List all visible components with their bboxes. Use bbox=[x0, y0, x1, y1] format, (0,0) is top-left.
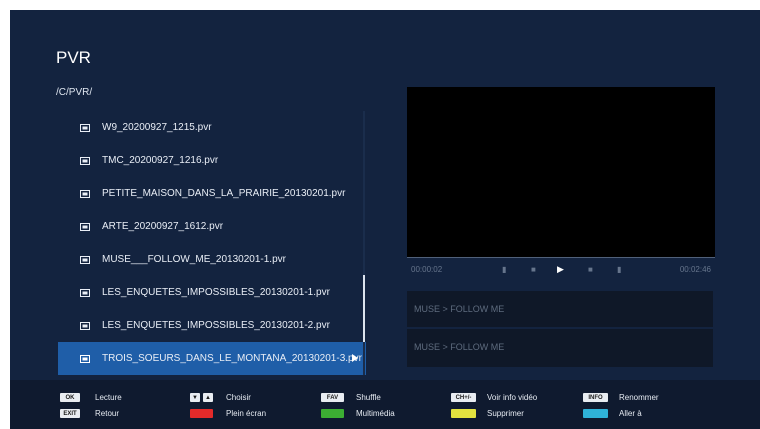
video-file-icon bbox=[80, 189, 90, 198]
file-name: PETITE_MAISON_DANS_LA_PRAIRIE_20130201.p… bbox=[102, 188, 346, 199]
blue-label: Aller à bbox=[619, 409, 642, 418]
page-title: PVR bbox=[56, 48, 91, 67]
exit-label: Retour bbox=[95, 409, 120, 418]
info-panel-2: MUSE > FOLLOW ME bbox=[407, 329, 713, 367]
red-label: Plein écran bbox=[226, 409, 267, 418]
yellow-key bbox=[451, 409, 476, 418]
file-name: TROIS_SOEURS_DANS_LE_MONTANA_20130201-3.… bbox=[102, 353, 362, 364]
info-panel-1: MUSE > FOLLOW ME bbox=[407, 291, 713, 327]
file-name: LES_ENQUETES_IMPOSSIBLES_20130201-2.pvr bbox=[102, 320, 330, 331]
progress-bar[interactable] bbox=[407, 257, 715, 258]
file-name: W9_20200927_1215.pvr bbox=[102, 122, 212, 133]
green-key bbox=[321, 409, 344, 418]
play-icon[interactable]: ▶ bbox=[557, 264, 564, 275]
file-row[interactable]: ARTE_20200927_1612.pvr bbox=[58, 210, 366, 243]
video-file-icon bbox=[80, 255, 90, 264]
file-row[interactable]: W9_20200927_1215.pvr bbox=[58, 111, 366, 144]
file-list: W9_20200927_1215.pvr TMC_20200927_1216.p… bbox=[58, 111, 366, 375]
file-row[interactable]: PETITE_MAISON_DANS_LA_PRAIRIE_20130201.p… bbox=[58, 177, 366, 210]
info-key: INFO bbox=[583, 393, 608, 402]
file-name: ARTE_20200927_1612.pvr bbox=[102, 221, 224, 232]
footer-legend: OK Lecture EXIT Retour ▼ ▲ Choisir Plein… bbox=[10, 380, 760, 429]
choose-label: Choisir bbox=[226, 393, 251, 402]
scrollbar-thumb[interactable] bbox=[363, 275, 365, 342]
info-label: Renommer bbox=[619, 393, 659, 402]
file-name: TMC_20200927_1216.pvr bbox=[102, 155, 219, 166]
fav-key: FAV bbox=[321, 393, 344, 402]
skip-back-icon[interactable]: ▮ bbox=[502, 265, 506, 274]
file-name: LES_ENQUETES_IMPOSSIBLES_20130201-1.pvr bbox=[102, 287, 330, 298]
ch-label: Voir info vidéo bbox=[487, 393, 538, 402]
ok-key: OK bbox=[60, 393, 80, 402]
rewind-icon[interactable]: ■ bbox=[531, 265, 536, 274]
video-file-icon bbox=[80, 288, 90, 297]
breadcrumb-path: /C/PVR/ bbox=[56, 87, 93, 98]
fast-forward-icon[interactable]: ■ bbox=[588, 265, 593, 274]
video-preview[interactable] bbox=[407, 87, 715, 258]
green-label: Multimédia bbox=[356, 409, 395, 418]
time-start: 00:00:02 bbox=[411, 265, 443, 274]
fav-label: Shuffle bbox=[356, 393, 381, 402]
blue-key bbox=[583, 409, 608, 418]
file-row[interactable]: LES_ENQUETES_IMPOSSIBLES_20130201-2.pvr bbox=[58, 309, 366, 342]
player-controls: 00:00:02 ▮ ■ ▶ ■ ▮ 00:02:46 bbox=[407, 262, 715, 278]
red-key bbox=[190, 409, 213, 418]
caret-right-icon bbox=[352, 354, 358, 362]
info-line-2: MUSE > FOLLOW ME bbox=[414, 342, 505, 352]
video-file-icon bbox=[80, 222, 90, 231]
file-row[interactable]: TMC_20200927_1216.pvr bbox=[58, 144, 366, 177]
video-file-icon bbox=[80, 123, 90, 132]
ch-key: CH+/- bbox=[451, 393, 476, 402]
exit-key: EXIT bbox=[60, 409, 80, 418]
chevron-down-icon: ▼ bbox=[190, 393, 200, 402]
yellow-label: Supprimer bbox=[487, 409, 524, 418]
time-end: 00:02:46 bbox=[679, 265, 711, 274]
info-line-1: MUSE > FOLLOW ME bbox=[414, 304, 505, 314]
video-file-icon bbox=[80, 156, 90, 165]
skip-forward-icon[interactable]: ▮ bbox=[617, 265, 621, 274]
file-name: MUSE___FOLLOW_ME_20130201-1.pvr bbox=[102, 254, 286, 265]
video-file-icon bbox=[80, 321, 90, 330]
file-row[interactable]: LES_ENQUETES_IMPOSSIBLES_20130201-1.pvr bbox=[58, 276, 366, 309]
file-row-selected[interactable]: TROIS_SOEURS_DANS_LE_MONTANA_20130201-3.… bbox=[58, 342, 366, 375]
video-file-icon bbox=[80, 354, 90, 363]
ok-label: Lecture bbox=[95, 393, 122, 402]
chevron-up-icon: ▲ bbox=[203, 393, 213, 402]
file-row[interactable]: MUSE___FOLLOW_ME_20130201-1.pvr bbox=[58, 243, 366, 276]
pvr-screen: PVR /C/PVR/ W9_20200927_1215.pvr TMC_202… bbox=[10, 10, 760, 429]
